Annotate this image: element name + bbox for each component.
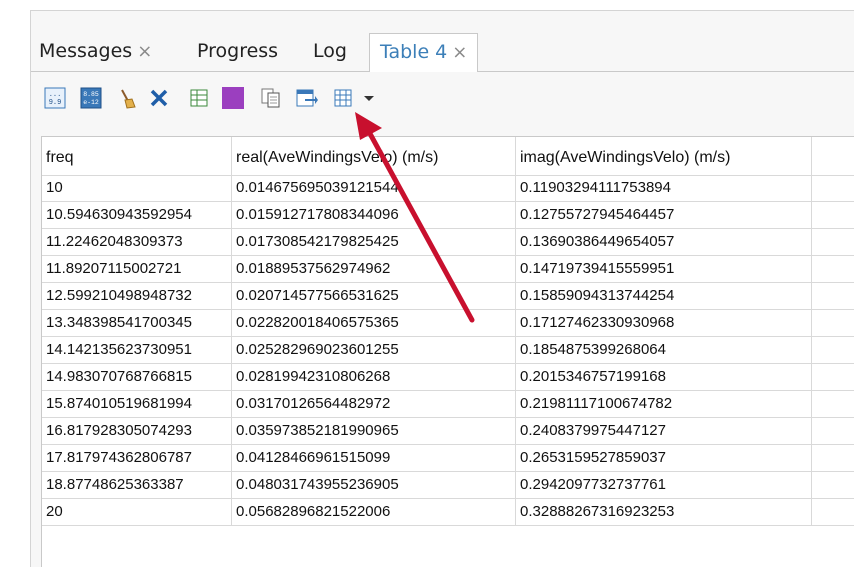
table-row[interactable]: 20 0.05682896821522006 0.32888267316923253 [42, 499, 854, 526]
cell-real[interactable]: 0.014675695039121544 [232, 175, 516, 201]
tab-messages-label: Messages [39, 40, 133, 62]
cell-imag[interactable]: 0.2015346757199168 [516, 364, 812, 390]
svg-text:9.9: 9.9 [49, 99, 62, 107]
table-header-row: freq real(AveWindingsVelo) (m/s) imag(Av… [42, 137, 854, 176]
svg-text:e-12: e-12 [83, 99, 99, 106]
cell-imag[interactable]: 0.2942097732737761 [516, 472, 812, 498]
dropdown-arrow-icon[interactable] [357, 86, 381, 110]
delete-icon[interactable] [147, 86, 171, 110]
cell-imag[interactable]: 0.14719739415559951 [516, 256, 812, 282]
table-row[interactable]: 16.817928305074293 0.035973852181990965 0.… [42, 418, 854, 445]
export-icon[interactable] [295, 86, 319, 110]
cell-empty[interactable] [812, 283, 854, 309]
cell-freq[interactable]: 17.817974362806787 [42, 445, 232, 471]
cell-empty[interactable] [812, 175, 854, 201]
column-header-real[interactable]: real(AveWindingsVelo) (m/s) [232, 137, 516, 175]
clear-icon[interactable] [115, 86, 139, 110]
cell-empty[interactable] [812, 310, 854, 336]
cell-imag[interactable]: 0.2653159527859037 [516, 445, 812, 471]
cell-real[interactable]: 0.04128466961515099 [232, 445, 516, 471]
tab-progress-label: Progress [197, 40, 279, 62]
table-settings-icon[interactable] [331, 86, 355, 110]
tab-table-4-label: Table 4 [380, 41, 448, 63]
cell-imag[interactable]: 0.13690386449654057 [516, 229, 812, 255]
tab-table-4[interactable]: Table 4 × [369, 33, 479, 73]
cell-empty[interactable] [812, 418, 854, 444]
cell-empty[interactable] [812, 229, 854, 255]
cell-freq[interactable]: 11.89207115002721 [42, 256, 232, 282]
cell-real[interactable]: 0.022820018406575365 [232, 310, 516, 336]
tab-log[interactable]: Log [305, 33, 355, 70]
scientific-notation-icon[interactable]: 8.85 e-12 [79, 86, 103, 110]
close-icon[interactable]: × [452, 42, 467, 63]
table-row[interactable]: 11.89207115002721 0.01889537562974962 0.14… [42, 256, 854, 283]
copy-icon[interactable] [259, 86, 283, 110]
cell-freq[interactable]: 13.348398541700345 [42, 310, 232, 336]
cell-freq[interactable]: 10 [42, 175, 232, 201]
cell-real[interactable]: 0.02819942310806268 [232, 364, 516, 390]
cell-imag[interactable]: 0.15859094313744254 [516, 283, 812, 309]
column-header-freq[interactable]: freq [42, 137, 232, 175]
cell-empty[interactable] [812, 364, 854, 390]
cell-imag[interactable]: 0.32888267316923253 [516, 499, 812, 525]
tab-messages[interactable]: Messages × [31, 33, 160, 70]
column-header-empty [812, 137, 854, 175]
full-precision-icon[interactable]: ... 9.9 [43, 86, 67, 110]
table-row[interactable]: 12.599210498948732 0.020714577566531625 0.… [42, 283, 854, 310]
table-row[interactable]: 10 0.014675695039121544 0.1190329411175389… [42, 175, 854, 202]
tab-progress[interactable]: Progress [189, 33, 286, 70]
cell-freq[interactable]: 12.599210498948732 [42, 283, 232, 309]
results-table: freq real(AveWindingsVelo) (m/s) imag(Av… [41, 136, 854, 567]
cell-imag[interactable]: 0.1854875399268064 [516, 337, 812, 363]
cell-empty[interactable] [812, 337, 854, 363]
table-row[interactable]: 18.87748625363387 0.048031743955236905 0.2… [42, 472, 854, 499]
cell-imag[interactable]: 0.11903294111753894 [516, 175, 812, 201]
cell-empty[interactable] [812, 256, 854, 282]
cell-empty[interactable] [812, 472, 854, 498]
table-row[interactable]: 15.874010519681994 0.03170126564482972 0.2… [42, 391, 854, 418]
cell-empty[interactable] [812, 391, 854, 417]
tab-log-label: Log [313, 40, 347, 62]
cell-empty[interactable] [812, 202, 854, 228]
cell-real[interactable]: 0.03170126564482972 [232, 391, 516, 417]
cell-real[interactable]: 0.035973852181990965 [232, 418, 516, 444]
close-icon[interactable]: × [137, 41, 152, 62]
table-row[interactable]: 14.983070768766815 0.02819942310806268 0.2… [42, 364, 854, 391]
tab-bar: Messages × Progress Log Table 4 × [31, 31, 854, 73]
cell-freq[interactable]: 14.983070768766815 [42, 364, 232, 390]
table-row[interactable]: 11.22462048309373 0.017308542179825425 0.1… [42, 229, 854, 256]
results-window: Messages × Progress Log Table 4 × ... 9.9 … [30, 10, 854, 567]
cell-freq[interactable]: 20 [42, 499, 232, 525]
table-toolbar: ... 9.9 8.85 e-12 [31, 72, 854, 136]
cell-freq[interactable]: 18.87748625363387 [42, 472, 232, 498]
cell-freq[interactable]: 16.817928305074293 [42, 418, 232, 444]
cell-real[interactable]: 0.015912717808344096 [232, 202, 516, 228]
cell-freq[interactable]: 14.142135623730951 [42, 337, 232, 363]
cell-imag[interactable]: 0.2408379975447127 [516, 418, 812, 444]
cell-real[interactable]: 0.025282969023601255 [232, 337, 516, 363]
cell-empty[interactable] [812, 499, 854, 525]
cell-freq[interactable]: 11.22462048309373 [42, 229, 232, 255]
cell-imag[interactable]: 0.17127462330930968 [516, 310, 812, 336]
svg-text:8.85: 8.85 [83, 91, 99, 98]
select-all-icon[interactable] [187, 86, 211, 110]
column-header-imag[interactable]: imag(AveWindingsVelo) (m/s) [516, 137, 812, 175]
table-row[interactable]: 13.348398541700345 0.022820018406575365 0.… [42, 310, 854, 337]
cell-empty[interactable] [812, 445, 854, 471]
color-swatch-icon[interactable] [221, 86, 245, 110]
cell-real[interactable]: 0.01889537562974962 [232, 256, 516, 282]
cell-freq[interactable]: 15.874010519681994 [42, 391, 232, 417]
cell-real[interactable]: 0.020714577566531625 [232, 283, 516, 309]
svg-text:...: ... [49, 91, 62, 99]
cell-real[interactable]: 0.017308542179825425 [232, 229, 516, 255]
table-row[interactable]: 10.594630943592954 0.015912717808344096 0.… [42, 202, 854, 229]
cell-imag[interactable]: 0.21981117100674782 [516, 391, 812, 417]
cell-real[interactable]: 0.048031743955236905 [232, 472, 516, 498]
table-row[interactable]: 14.142135623730951 0.025282969023601255 0.… [42, 337, 854, 364]
cell-imag[interactable]: 0.12755727945464457 [516, 202, 812, 228]
table-row[interactable]: 17.817974362806787 0.04128466961515099 0.2… [42, 445, 854, 472]
cell-real[interactable]: 0.05682896821522006 [232, 499, 516, 525]
cell-freq[interactable]: 10.594630943592954 [42, 202, 232, 228]
